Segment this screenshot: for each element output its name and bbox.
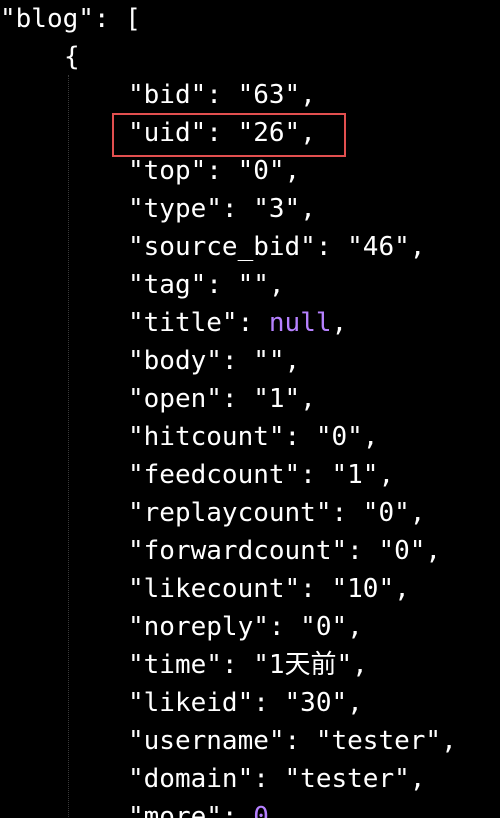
code-line-bid: "bid": "63", bbox=[128, 80, 316, 110]
code-line-type: "type": "3", bbox=[128, 194, 316, 224]
code-line-more: "more": 0, bbox=[128, 798, 285, 818]
code-line-top: "top": "0", bbox=[128, 156, 301, 186]
code-line-open: "open": "1", bbox=[128, 384, 316, 414]
code-line-feedcount: "feedcount": "1", bbox=[128, 460, 395, 490]
code-key-title: "title": bbox=[128, 308, 269, 338]
code-line-replaycount: "replaycount": "0", bbox=[128, 498, 426, 528]
code-line-body: "body": "", bbox=[128, 346, 301, 376]
code-line-blog-key: "blog": [ bbox=[0, 4, 141, 34]
code-line-noreply: "noreply": "0", bbox=[128, 612, 363, 642]
code-line-open-brace: { bbox=[64, 42, 80, 72]
code-comma: , bbox=[331, 308, 348, 338]
code-line-title: "title": null, bbox=[128, 304, 347, 342]
code-line-tag: "tag": "", bbox=[128, 270, 285, 300]
code-number-literal: 0 bbox=[253, 802, 269, 818]
highlight-annotation-box bbox=[112, 113, 346, 157]
indent-guide bbox=[68, 75, 69, 818]
code-key-more: "more": bbox=[128, 802, 254, 818]
code-line-forwardcount: "forwardcount": "0", bbox=[128, 536, 442, 566]
code-line-domain: "domain": "tester", bbox=[128, 764, 426, 794]
code-line-hitcount: "hitcount": "0", bbox=[128, 422, 379, 452]
code-comma: , bbox=[268, 802, 285, 818]
code-line-likeid: "likeid": "30", bbox=[128, 688, 363, 718]
code-null-literal: null bbox=[268, 308, 332, 338]
code-line-username: "username": "tester", bbox=[128, 726, 457, 756]
code-line-source-bid: "source_bid": "46", bbox=[128, 232, 426, 262]
code-line-likecount: "likecount": "10", bbox=[128, 574, 410, 604]
code-editor[interactable]: "blog": [ { "bid": "63", "uid": "26", "t… bbox=[0, 0, 500, 818]
code-line-time: "time": "1天前", bbox=[128, 650, 368, 680]
